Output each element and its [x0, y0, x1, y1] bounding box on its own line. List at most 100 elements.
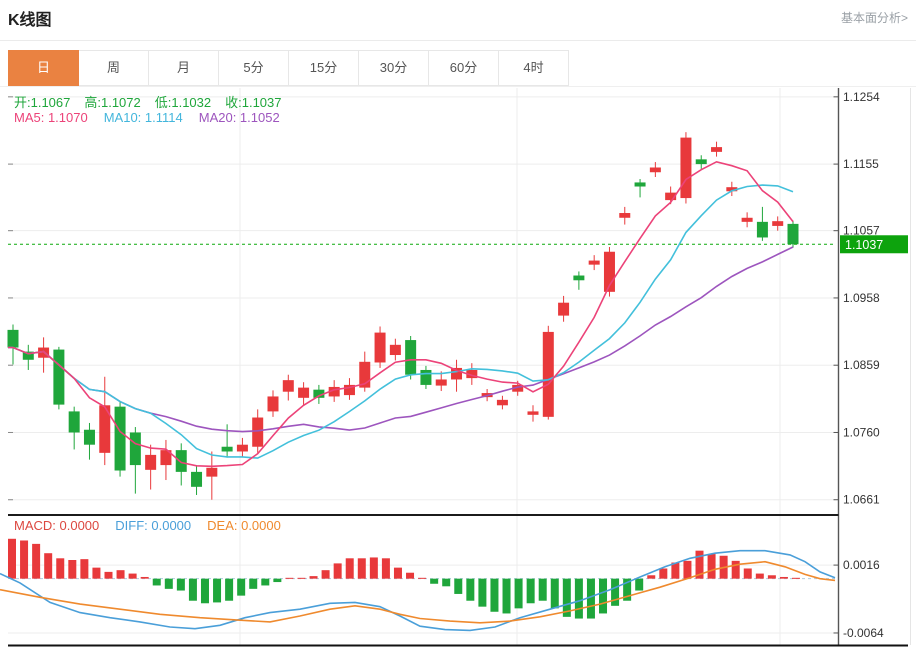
- macd-bar: [393, 567, 402, 579]
- macd-bar: [176, 578, 185, 591]
- macd-bar: [792, 577, 800, 579]
- macd-bar: [152, 578, 161, 586]
- macd-bar: [659, 568, 668, 579]
- macd-bar: [502, 578, 511, 614]
- tab-5min[interactable]: 5分: [219, 50, 289, 86]
- macd-bar: [32, 543, 41, 579]
- macd-bar: [779, 576, 788, 579]
- macd-bar: [116, 570, 125, 579]
- candlestick: [206, 467, 218, 477]
- macd-bar: [273, 578, 282, 583]
- macd-bar: [44, 553, 53, 579]
- macd-bar: [707, 554, 716, 579]
- tab-day[interactable]: 日: [8, 50, 79, 86]
- current-price-badge-label: 1.1037: [845, 238, 883, 252]
- candlestick: [634, 182, 646, 187]
- macd-bar: [164, 578, 173, 589]
- candlestick: [191, 471, 203, 487]
- legend-ma5: MA5: 1.1070: [14, 110, 88, 125]
- candlestick: [267, 396, 279, 412]
- candlestick: [496, 399, 508, 406]
- tab-month[interactable]: 月: [149, 50, 219, 86]
- candlestick: [527, 411, 539, 415]
- macd-bar: [249, 578, 258, 589]
- legend-low: 低:1.1032: [154, 95, 212, 110]
- candlestick: [221, 446, 233, 452]
- dea-line: [0, 560, 836, 624]
- macd-bar: [526, 578, 535, 604]
- candlestick: [756, 221, 768, 238]
- tab-week[interactable]: 周: [79, 50, 149, 86]
- macd-bar: [261, 578, 270, 586]
- candlestick: [83, 429, 95, 445]
- candlestick: [680, 137, 692, 199]
- macd-bar: [586, 578, 595, 619]
- price-axis-label: 1.0958: [843, 291, 880, 305]
- price-axis-label: 1.0661: [843, 493, 880, 507]
- macd-bar: [213, 578, 222, 603]
- title-divider: [0, 40, 916, 41]
- macd-bar: [478, 578, 487, 607]
- candlestick: [298, 387, 310, 398]
- macd-bar: [200, 578, 209, 604]
- candlestick: [787, 223, 799, 245]
- macd-bar: [321, 570, 330, 579]
- macd-bar: [188, 578, 197, 601]
- price-axis-label: 1.0859: [843, 358, 880, 372]
- macd-bar: [140, 576, 149, 579]
- macd-bar: [466, 578, 475, 601]
- macd-bar: [430, 578, 439, 584]
- macd-bar: [550, 578, 559, 609]
- candlestick: [542, 331, 554, 417]
- macd-bar: [20, 540, 29, 579]
- macd-bar: [514, 578, 523, 609]
- candlestick: [588, 260, 600, 265]
- macd-bar: [68, 560, 77, 579]
- macd-axis-label: -0.0064: [843, 626, 884, 640]
- macd-bar: [743, 568, 752, 579]
- candlestick: [389, 344, 401, 356]
- candlestick: [435, 379, 447, 386]
- macd-bar: [225, 578, 234, 601]
- tab-60min[interactable]: 60分: [429, 50, 499, 86]
- candlestick: [53, 349, 65, 405]
- fundamental-analysis-link[interactable]: 基本面分析>: [841, 9, 908, 26]
- candlestick: [145, 454, 157, 470]
- candlestick: [236, 444, 248, 452]
- macd-bar: [8, 538, 16, 579]
- macd-bar: [381, 558, 390, 579]
- candlestick: [558, 302, 570, 316]
- macd-bar: [309, 576, 318, 579]
- macd-bar: [128, 573, 137, 579]
- macd-bar: [297, 577, 306, 579]
- macd-bar: [611, 578, 620, 606]
- candlestick: [114, 406, 126, 471]
- tabbar-underline: [0, 86, 916, 87]
- tab-4hour[interactable]: 4时: [499, 50, 569, 86]
- macd-bar: [345, 558, 354, 579]
- legend-ma20: MA20: 1.1052: [198, 110, 280, 125]
- page-title: K线图: [8, 12, 52, 29]
- ma-legend: MA5: 1.1070 MA10: 1.1114 MA20: 1.1052: [14, 110, 296, 125]
- tab-30min[interactable]: 30分: [359, 50, 429, 86]
- legend-dea-value: DEA: 0.0000: [207, 518, 281, 533]
- macd-bar: [357, 558, 366, 579]
- price-axis-label: 1.1155: [843, 157, 879, 171]
- price-axis-label: 1.0760: [843, 425, 880, 439]
- macd-bar: [369, 557, 378, 579]
- macd-bar: [56, 558, 65, 579]
- macd-bar: [333, 563, 342, 579]
- macd-bar: [454, 578, 463, 594]
- macd-legend: MACD: 0.0000 DIFF: 0.0000 DEA: 0.0000: [14, 518, 297, 533]
- macd-bar: [490, 578, 499, 612]
- macd-bar: [599, 578, 608, 614]
- macd-bar: [683, 560, 692, 579]
- candlestick: [420, 369, 432, 385]
- candlestick: [129, 432, 141, 466]
- legend-macd-value: MACD: 0.0000: [14, 518, 100, 533]
- macd-bar: [538, 578, 547, 601]
- macd-axis-label: 0.0016: [843, 558, 880, 572]
- legend-high: 高:1.1072: [84, 95, 141, 110]
- candlestick: [282, 380, 294, 392]
- tab-15min[interactable]: 15分: [289, 50, 359, 86]
